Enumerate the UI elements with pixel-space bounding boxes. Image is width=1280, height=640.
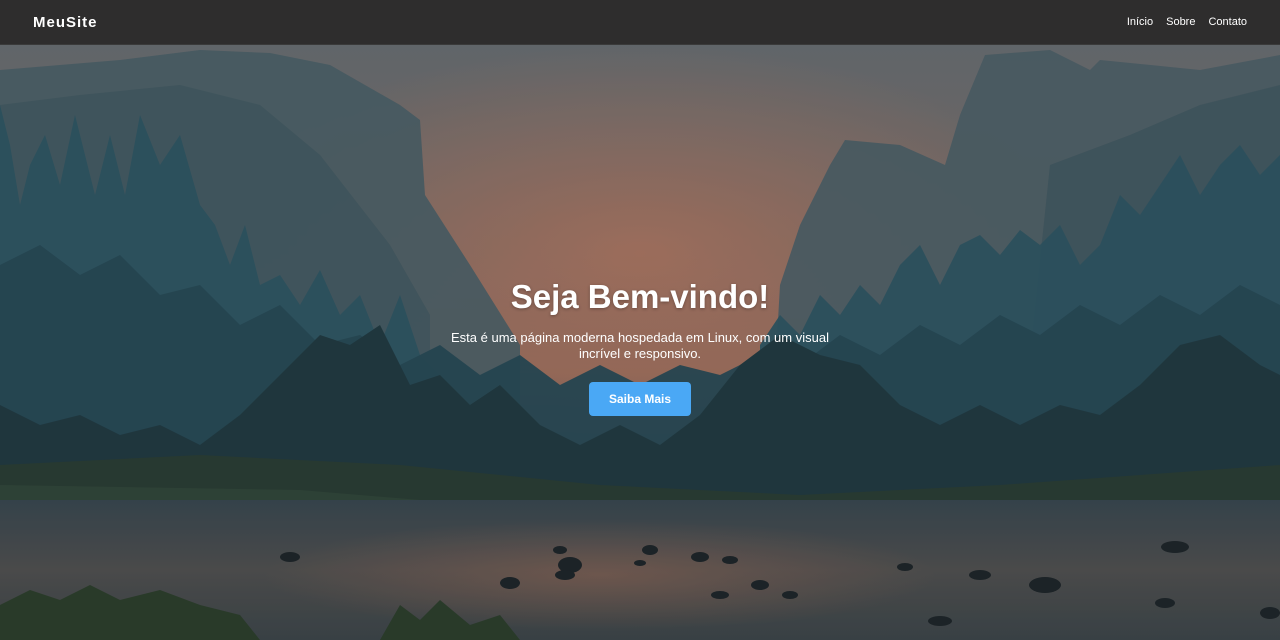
hero-section: Seja Bem-vindo! Esta é uma página modern… <box>0 45 1280 640</box>
hero-content: Seja Bem-vindo! Esta é uma página modern… <box>0 45 1280 640</box>
site-logo[interactable]: MeuSite <box>33 14 98 31</box>
nav-link-sobre[interactable]: Sobre <box>1166 16 1195 28</box>
hero-description: Esta é uma página moderna hospedada em L… <box>451 329 829 361</box>
navbar: MeuSite Início Sobre Contato <box>0 0 1280 45</box>
hero-title: Seja Bem-vindo! <box>510 277 770 315</box>
nav-link-inicio[interactable]: Início <box>1127 16 1153 28</box>
nav-link-contato[interactable]: Contato <box>1208 16 1247 28</box>
nav-links: Início Sobre Contato <box>1127 16 1247 28</box>
saiba-mais-button[interactable]: Saiba Mais <box>589 381 691 416</box>
